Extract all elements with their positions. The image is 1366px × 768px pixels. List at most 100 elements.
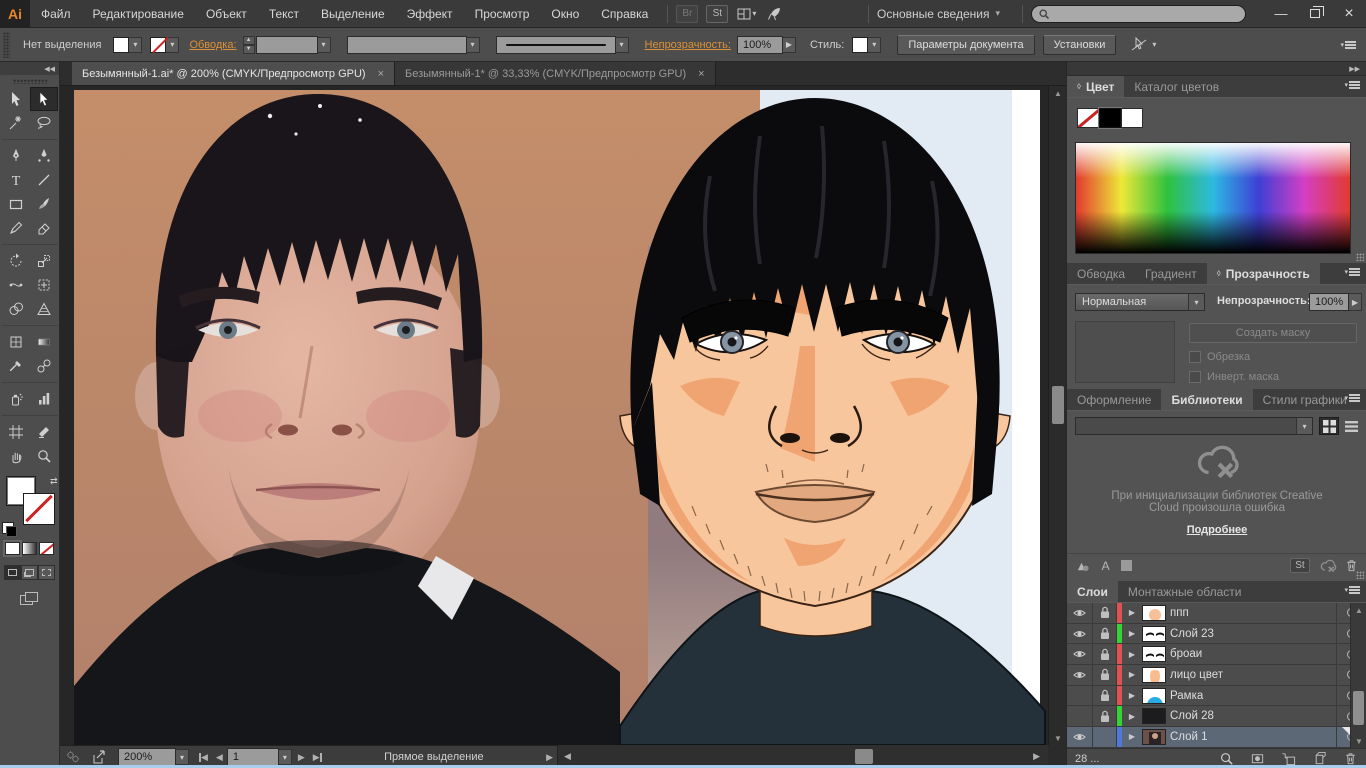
search-input[interactable] [1031,5,1246,23]
expand-arrow-icon[interactable]: ▶ [1122,665,1142,685]
artboard-number-field[interactable]: 1 [227,748,279,766]
fill-dropdown-button[interactable]: ▾ [129,37,142,53]
add-color-icon[interactable] [1121,560,1132,571]
tool-hand[interactable] [2,444,30,468]
prev-artboard-button[interactable]: ◀ [216,752,223,763]
tab-transparency[interactable]: ◊Прозрачность [1207,263,1320,284]
tool-slice[interactable] [30,420,58,444]
stroke-panel-link[interactable]: Обводка: [189,39,236,51]
menu-item-help[interactable]: Справка [590,0,659,28]
next-artboard-button[interactable]: ▶ [298,752,305,763]
select-similar-icon[interactable] [1130,37,1148,53]
create-mask-button[interactable]: Создать маску [1189,323,1357,343]
tool-pencil[interactable] [2,216,30,240]
expand-arrow-icon[interactable]: ▶ [1122,706,1142,726]
tool-eraser[interactable] [30,216,58,240]
swatch-white[interactable] [1121,108,1143,128]
stroke-weight-stepper[interactable]: ▲▼ [243,36,255,54]
visibility-toggle[interactable] [1067,603,1093,623]
make-clipping-mask-button[interactable] [1250,751,1265,766]
visibility-toggle[interactable] [1067,644,1093,664]
sync-settings-icon[interactable] [65,749,81,765]
lock-toggle[interactable] [1093,727,1117,747]
layer-thumbnail[interactable] [1142,708,1166,724]
document-tab-1[interactable]: Безымянный-1.ai* @ 200% (CMYK/Предпросмо… [72,62,395,85]
tool-free-transform[interactable] [30,273,58,297]
stroke-color-swatch[interactable] [150,37,166,53]
opacity-field[interactable]: 100% [737,36,783,54]
draw-normal-button[interactable] [4,565,21,580]
panel-menu-icon[interactable]: ▾ [1344,586,1360,594]
stock-icon[interactable]: St [1290,558,1310,573]
brush-definition-field[interactable] [347,36,467,54]
add-character-style-icon[interactable] [1098,558,1113,573]
width-profile-field[interactable] [496,36,616,54]
locate-object-button[interactable] [1219,751,1234,766]
layer-thumbnail[interactable] [1142,729,1166,745]
document-setup-button[interactable]: Параметры документа [897,35,1034,55]
default-fill-stroke-icon[interactable] [2,522,14,534]
tool-width[interactable] [2,273,30,297]
tab-graphic-styles[interactable]: Стили графики [1253,389,1357,410]
width-profile-dropdown[interactable]: ▾ [616,37,629,53]
layer-name[interactable]: Рамка [1170,686,1336,706]
opacity-dropdown[interactable]: ▶ [783,37,796,53]
vertical-scroll-thumb[interactable] [1052,386,1064,424]
scroll-down-button[interactable]: ▼ [1049,731,1067,745]
blend-mode-select[interactable]: Нормальная ▾ [1075,293,1205,311]
menu-item-effect[interactable]: Эффект [396,0,464,28]
style-dropdown[interactable]: ▾ [868,37,881,53]
invert-mask-checkbox[interactable]: Инверт. маска [1189,371,1279,383]
scroll-down-button[interactable]: ▼ [1351,734,1366,748]
lock-toggle[interactable] [1093,686,1117,706]
zoom-level-field[interactable]: 200% [118,748,176,766]
arrange-documents-button[interactable]: ▾ [736,6,756,22]
layer-thumbnail[interactable] [1142,605,1166,621]
zoom-dropdown[interactable]: ▾ [176,749,189,765]
lock-toggle[interactable] [1093,706,1117,726]
resize-grip[interactable] [1356,571,1364,579]
layer-row-lico-cvet[interactable]: ▶ лицо цвет [1067,665,1366,686]
color-mode-button[interactable] [5,542,20,555]
close-tab-icon[interactable]: × [698,68,704,80]
tool-eyedropper[interactable] [2,354,30,378]
style-swatch[interactable] [852,37,868,53]
layer-row-sloy28[interactable]: ▶ Слой 28 [1067,706,1366,727]
close-button[interactable]: × [1332,2,1366,26]
clip-checkbox[interactable]: Обрезка [1189,351,1250,363]
minimize-button[interactable]: — [1264,2,1298,26]
preferences-button[interactable]: Установки [1043,35,1117,55]
tab-stroke[interactable]: Обводка [1067,263,1135,284]
tools-collapse-button[interactable]: ◀◀ [0,62,59,75]
expand-arrow-icon[interactable]: ▶ [1122,603,1142,623]
restore-button[interactable] [1298,2,1332,26]
new-layer-button[interactable] [1312,751,1327,766]
tool-pen[interactable] [2,144,30,168]
tool-gradient[interactable] [30,330,58,354]
tool-direct-selection[interactable] [30,87,58,111]
tab-gradient[interactable]: Градиент [1135,263,1207,284]
artboard-dropdown[interactable]: ▾ [279,749,292,765]
bridge-button[interactable]: Br [676,5,698,23]
lock-toggle[interactable] [1093,644,1117,664]
stroke-swatch-none[interactable] [24,494,54,524]
cc-sync-icon[interactable] [1318,558,1338,574]
expand-arrow-icon[interactable]: ▶ [1122,624,1142,644]
tool-magic-wand[interactable] [2,111,30,135]
stroke-weight-field[interactable] [256,36,318,54]
layer-name[interactable]: броаи [1170,644,1336,664]
opacity-panel-link[interactable]: Непрозрачность: [645,39,731,51]
layer-row-sloy1[interactable]: ▶ Слой 1 [1067,727,1366,748]
new-sublayer-button[interactable] [1281,751,1296,766]
lock-toggle[interactable] [1093,603,1117,623]
tool-blend[interactable] [30,354,58,378]
menu-item-object[interactable]: Объект [195,0,258,28]
document-tab-2[interactable]: Безымянный-1* @ 33,33% (CMYK/Предпросмот… [395,62,716,85]
expand-arrow-icon[interactable]: ▶ [1122,644,1142,664]
library-select[interactable]: ▾ [1075,417,1313,435]
expand-arrow-icon[interactable]: ▶ [1122,686,1142,706]
visibility-toggle[interactable] [1067,624,1093,644]
tool-zoom[interactable] [30,444,58,468]
draw-behind-button[interactable] [21,565,38,580]
visibility-toggle[interactable] [1067,665,1093,685]
